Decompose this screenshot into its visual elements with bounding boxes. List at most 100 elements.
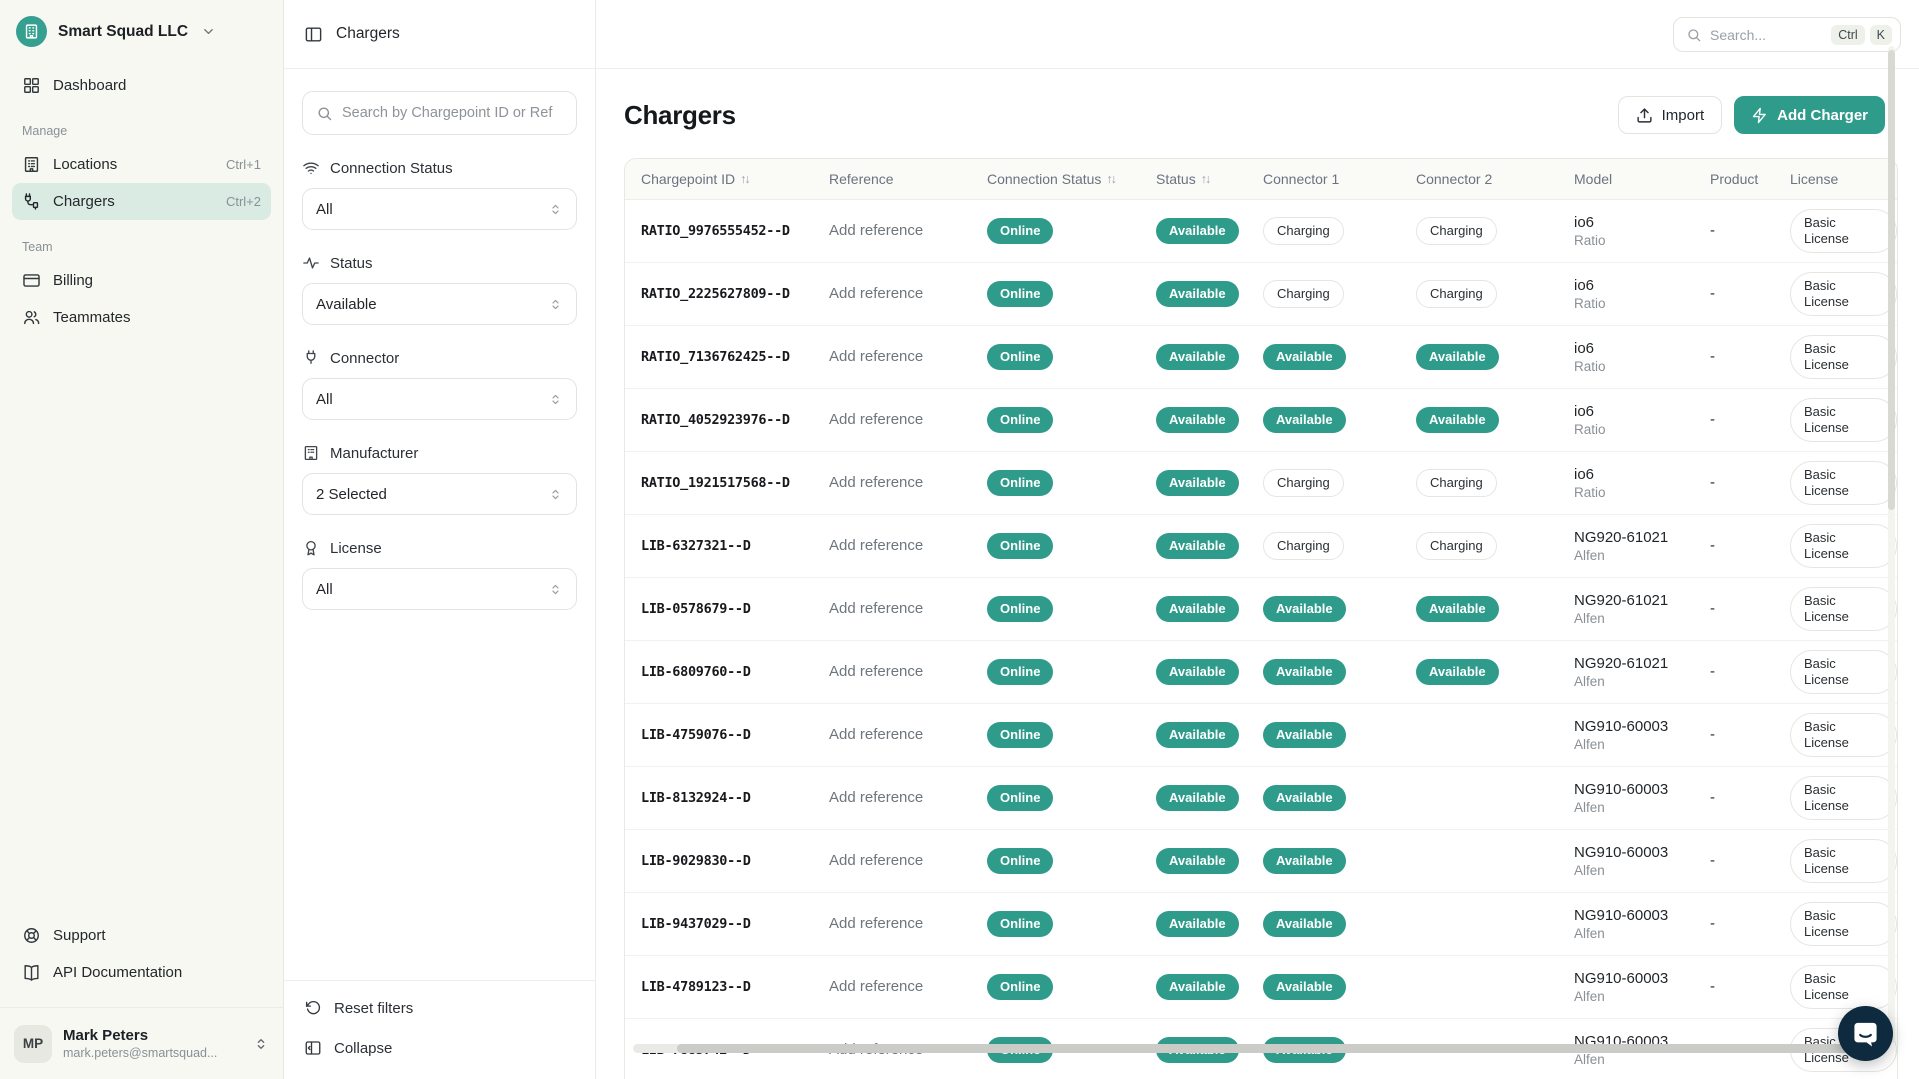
connector1-cell: Available bbox=[1263, 659, 1416, 685]
connection-status-cell: Online bbox=[987, 344, 1156, 370]
model-cell: io6Ratio bbox=[1574, 340, 1710, 374]
kbd-ctrl: Ctrl bbox=[1831, 25, 1864, 45]
chevrons-up-down-icon bbox=[548, 487, 563, 502]
column-header: Connector 2 bbox=[1416, 171, 1574, 187]
panel-left-icon[interactable] bbox=[304, 25, 323, 44]
column-header: License bbox=[1790, 171, 1897, 187]
status-badge: Charging bbox=[1416, 217, 1497, 245]
table-row[interactable]: RATIO_7136762425--DAdd referenceOnlineAv… bbox=[625, 326, 1897, 389]
add-reference-link[interactable]: Add reference bbox=[829, 600, 987, 618]
horizontal-scrollbar-thumb[interactable] bbox=[677, 1044, 1881, 1053]
add-reference-link[interactable]: Add reference bbox=[829, 978, 987, 996]
chargepoint-search-input[interactable] bbox=[342, 105, 563, 121]
sidebar-item-label: Billing bbox=[53, 272, 93, 289]
select-value: 2 Selected bbox=[316, 486, 387, 503]
connection-status-cell: Online bbox=[987, 407, 1156, 433]
table-row[interactable]: LIB-9029830--DAdd referenceOnlineAvailab… bbox=[625, 830, 1897, 893]
sidebar-item-support[interactable]: Support bbox=[12, 917, 271, 954]
filter-label: License bbox=[330, 540, 382, 557]
filter-panel-header: Chargers bbox=[284, 0, 595, 69]
add-reference-link[interactable]: Add reference bbox=[829, 726, 987, 744]
status-badge: Online bbox=[987, 974, 1053, 1000]
manufacturer-select[interactable]: 2 Selected bbox=[302, 473, 577, 515]
sidebar-section-manage: Manage bbox=[22, 124, 261, 138]
status-select[interactable]: Available bbox=[302, 283, 577, 325]
status-badge: Charging bbox=[1263, 469, 1344, 497]
chargepoint-search[interactable] bbox=[302, 91, 577, 135]
add-reference-link[interactable]: Add reference bbox=[829, 348, 987, 366]
connector1-cell: Available bbox=[1263, 911, 1416, 937]
add-reference-link[interactable]: Add reference bbox=[829, 915, 987, 933]
vertical-scrollbar-thumb[interactable] bbox=[1888, 50, 1895, 510]
sidebar-item-billing[interactable]: Billing bbox=[12, 262, 271, 299]
add-charger-button[interactable]: Add Charger bbox=[1734, 96, 1885, 134]
table-row[interactable]: RATIO_1921517568--DAdd referenceOnlineAv… bbox=[625, 452, 1897, 515]
add-reference-link[interactable]: Add reference bbox=[829, 852, 987, 870]
product-cell: - bbox=[1710, 915, 1790, 933]
filter-label: Connector bbox=[330, 350, 399, 367]
connector2-cell: Available bbox=[1416, 407, 1574, 433]
connection-status-select[interactable]: All bbox=[302, 188, 577, 230]
status-badge: Available bbox=[1156, 596, 1239, 622]
sidebar-item-chargers[interactable]: Chargers Ctrl+2 bbox=[12, 183, 271, 220]
sidebar-item-label: Chargers bbox=[53, 193, 115, 210]
reset-filters-button[interactable]: Reset filters bbox=[304, 999, 575, 1017]
table-row[interactable]: LIB-8132924--DAdd referenceOnlineAvailab… bbox=[625, 767, 1897, 830]
table-row[interactable]: RATIO_9976555452--DAdd referenceOnlineAv… bbox=[625, 200, 1897, 263]
chat-launcher-button[interactable] bbox=[1838, 1006, 1893, 1061]
status-badge: Charging bbox=[1416, 280, 1497, 308]
add-reference-link[interactable]: Add reference bbox=[829, 663, 987, 681]
table-row[interactable]: LIB-4759076--DAdd referenceOnlineAvailab… bbox=[625, 704, 1897, 767]
connector2-cell: Charging bbox=[1416, 280, 1574, 308]
org-logo-icon bbox=[16, 16, 47, 47]
license-select[interactable]: All bbox=[302, 568, 577, 610]
table-row[interactable]: LIB-6809760--DAdd referenceOnlineAvailab… bbox=[625, 641, 1897, 704]
add-reference-link[interactable]: Add reference bbox=[829, 537, 987, 555]
license-badge: Basic License bbox=[1790, 587, 1897, 632]
collapse-button[interactable]: Collapse bbox=[304, 1039, 575, 1057]
add-reference-link[interactable]: Add reference bbox=[829, 474, 987, 492]
model-cell: NG910-60003Alfen bbox=[1574, 844, 1710, 878]
connector1-cell: Charging bbox=[1263, 280, 1416, 308]
status-cell: Available bbox=[1156, 533, 1263, 559]
user-menu[interactable]: MP Mark Peters mark.peters@smartsquad... bbox=[0, 1007, 283, 1079]
table-row[interactable]: LIB-9437029--DAdd referenceOnlineAvailab… bbox=[625, 893, 1897, 956]
table-row[interactable]: LIB-0578679--DAdd referenceOnlineAvailab… bbox=[625, 578, 1897, 641]
add-reference-link[interactable]: Add reference bbox=[829, 285, 987, 303]
panel-title: Chargers bbox=[336, 25, 400, 43]
add-reference-link[interactable]: Add reference bbox=[829, 789, 987, 807]
status-badge: Online bbox=[987, 596, 1053, 622]
column-header[interactable]: Status↑↓ bbox=[1156, 171, 1263, 187]
shortcut-label: Ctrl+1 bbox=[226, 157, 261, 172]
import-button[interactable]: Import bbox=[1618, 96, 1723, 134]
global-search[interactable]: Ctrl K bbox=[1673, 17, 1901, 52]
column-header[interactable]: Chargepoint ID↑↓ bbox=[641, 171, 829, 187]
global-search-input[interactable] bbox=[1710, 27, 1823, 43]
collapse-label: Collapse bbox=[334, 1040, 392, 1057]
table-row[interactable]: RATIO_2225627809--DAdd referenceOnlineAv… bbox=[625, 263, 1897, 326]
plug-icon bbox=[302, 349, 320, 367]
sidebar-item-api-docs[interactable]: API Documentation bbox=[12, 954, 271, 991]
sidebar-item-teammates[interactable]: Teammates bbox=[12, 299, 271, 336]
status-badge: Available bbox=[1156, 407, 1239, 433]
add-reference-link[interactable]: Add reference bbox=[829, 411, 987, 429]
license-cell: Basic License bbox=[1790, 839, 1897, 884]
add-reference-link[interactable]: Add reference bbox=[829, 222, 987, 240]
table-row[interactable]: LIB-6327321--DAdd referenceOnlineAvailab… bbox=[625, 515, 1897, 578]
filter-group-license: License All bbox=[302, 539, 577, 610]
status-badge: Available bbox=[1156, 848, 1239, 874]
license-badge: Basic License bbox=[1790, 398, 1897, 443]
table-body: RATIO_9976555452--DAdd referenceOnlineAv… bbox=[625, 200, 1897, 1079]
license-cell: Basic License bbox=[1790, 713, 1897, 758]
sidebar-item-dashboard[interactable]: Dashboard bbox=[12, 67, 271, 104]
product-cell: - bbox=[1710, 726, 1790, 744]
sidebar-item-locations[interactable]: Locations Ctrl+1 bbox=[12, 146, 271, 183]
product-cell: - bbox=[1710, 663, 1790, 681]
org-switcher[interactable]: Smart Squad LLC bbox=[0, 0, 283, 53]
sort-icon: ↑↓ bbox=[1106, 172, 1115, 186]
table-row[interactable]: RATIO_4052923976--DAdd referenceOnlineAv… bbox=[625, 389, 1897, 452]
connector-select[interactable]: All bbox=[302, 378, 577, 420]
column-header[interactable]: Connection Status↑↓ bbox=[987, 171, 1156, 187]
status-cell: Available bbox=[1156, 470, 1263, 496]
table-row[interactable]: LIB-4789123--DAdd referenceOnlineAvailab… bbox=[625, 956, 1897, 1019]
